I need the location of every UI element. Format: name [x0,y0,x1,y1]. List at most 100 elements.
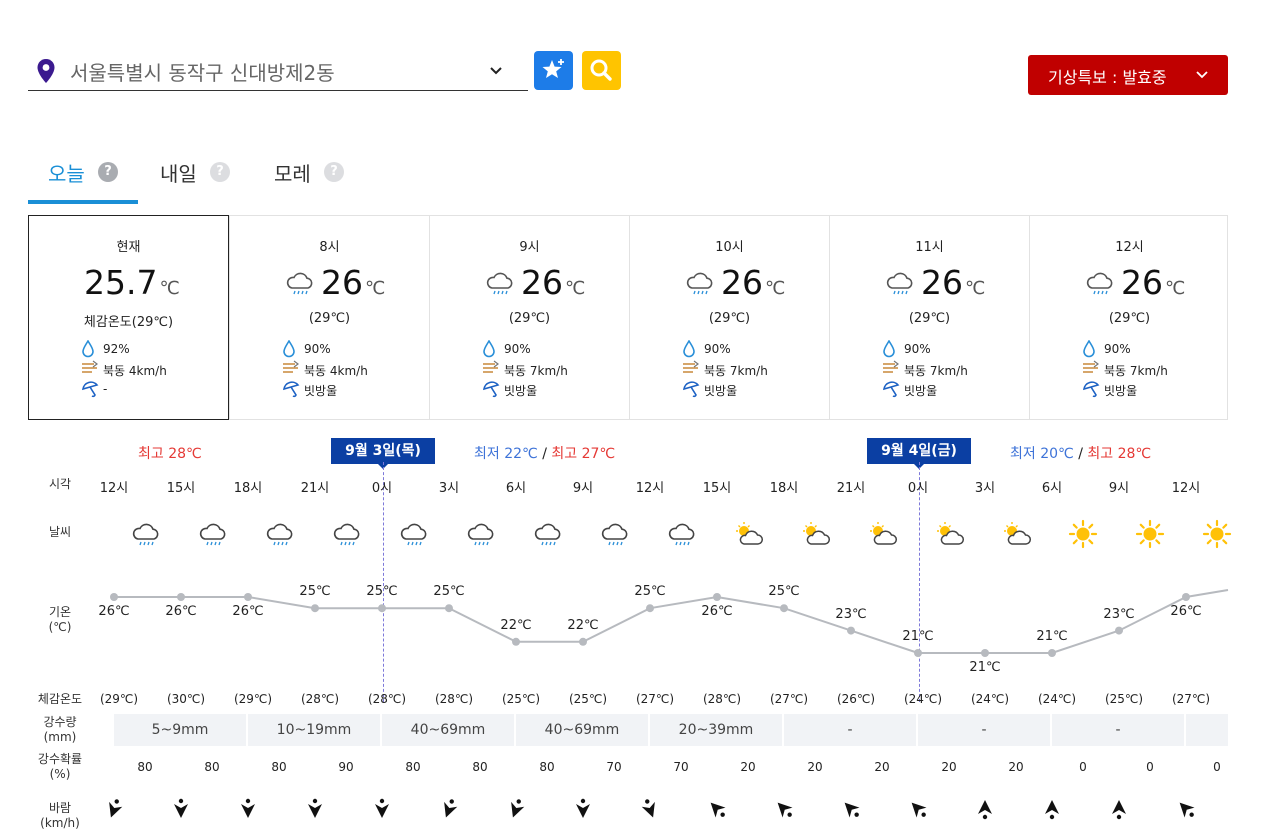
precip-prob-value: 80 [539,760,555,774]
temperature-point [1048,649,1056,657]
temperature-point [512,637,520,646]
feels-like-value: (24℃) [970,692,1010,706]
hour-label: 15시 [702,481,732,496]
temperature-value: 22℃ [567,617,599,633]
precip-amount: 10~19mm [248,714,380,746]
wind-direction-icon [1112,800,1126,820]
feels-like-value: (27℃) [635,692,675,706]
temperature-point [914,649,922,657]
feels-like-value: (29℃) [233,692,273,706]
precip-prob-value: 20 [807,760,823,774]
hour-label: 12시 [635,481,665,496]
feels-like-value: (25℃) [501,692,541,706]
partly-cloudy-icon [937,522,964,545]
precip-amount [1186,714,1228,746]
temperature-value: 26℃ [98,604,130,619]
wind-direction-icon [777,802,793,818]
rain-cloud-icon [601,523,628,546]
temperature-point [378,604,386,613]
feels-like-value: (26℃) [836,692,876,706]
partly-cloudy-icon [1004,522,1031,545]
feels-like-value: (28℃) [702,692,742,706]
temperature-point [780,604,788,613]
temperature-value: 21℃ [902,629,934,644]
wind-direction-icon [174,798,188,818]
temperature-point [847,626,855,635]
rain-cloud-icon [199,523,226,546]
temperature-value: 21℃ [1036,629,1068,644]
temperature-value: 26℃ [165,604,197,619]
precip-prob-value: 80 [472,760,488,774]
hour-label: 9시 [1108,481,1130,496]
wind-direction-icon [241,798,255,818]
temperature-point [110,593,118,601]
feels-like-value: (28℃) [367,692,407,706]
wind-direction-icon [109,799,123,818]
temperature-value: 22℃ [500,617,532,633]
precip-prob-value: 20 [1008,760,1024,774]
feels-like-value: (27℃) [1171,692,1211,706]
partly-cloudy-icon [736,522,763,545]
temperature-value: 21℃ [969,660,1001,675]
feels-like-value: (28℃) [300,692,340,706]
hour-label: 0시 [907,481,929,496]
hour-label: 21시 [300,481,330,496]
sun-icon [1202,519,1232,549]
wind-direction-icon [710,802,726,818]
rain-cloud-icon [467,523,494,546]
feels-like-value: (29℃) [99,692,139,706]
feels-like-value: (24℃) [1037,692,1077,706]
partly-cloudy-icon [803,522,830,545]
precip-amount: 20~39mm [650,714,782,746]
feels-like-value: (25℃) [1104,692,1144,706]
precip-prob-value: 70 [606,760,622,774]
hour-label: 12시 [99,481,129,496]
precip-amount: - [918,714,1050,746]
temperature-point [311,604,319,613]
wind-direction-icon [911,802,927,818]
hour-label: 6시 [1041,481,1063,496]
precip-prob-value: 80 [137,760,153,774]
temperature-value: 25℃ [299,584,331,600]
feels-like-value: (24℃) [903,692,943,706]
rain-cloud-icon [266,523,293,546]
hourly-timeline: 12시 (29℃) 80 15시 (30℃) 80 18시 (29℃) 80 21시 (28℃) 90… [0,0,1264,821]
feels-like-value: (28℃) [434,692,474,706]
precip-amount: - [1052,714,1184,746]
rain-cloud-icon [333,523,360,546]
temperature-value: 25℃ [634,584,666,600]
precip-prob-value: 70 [673,760,689,774]
temperature-value: 25℃ [433,584,465,600]
hour-label: 3시 [438,481,460,496]
precip-prob-value: 0 [1213,760,1221,774]
rain-cloud-icon [132,523,159,546]
precip-amount: 40~69mm [516,714,648,746]
temperature-point [1115,626,1123,635]
hour-label: 15시 [166,481,196,496]
sun-icon [1068,519,1098,549]
feels-like-value: (25℃) [568,692,608,706]
precip-amount: - [784,714,916,746]
temperature-point [713,593,721,601]
wind-direction-icon [978,800,992,820]
wind-direction-icon [576,798,590,818]
temperature-point [244,593,252,601]
temperature-point [579,637,587,646]
rain-cloud-icon [668,523,695,546]
hour-label: 6시 [505,481,527,496]
precip-prob-value: 0 [1079,760,1087,774]
sun-icon [1135,519,1165,549]
rain-cloud-icon [400,523,427,546]
precip-prob-value: 20 [874,760,890,774]
temperature-value: 25℃ [366,584,398,600]
wind-direction-icon [1045,800,1059,820]
precip-prob-value: 20 [941,760,957,774]
precip-prob-value: 80 [405,760,421,774]
hour-label: 18시 [233,481,263,496]
hour-label: 0시 [371,481,393,496]
precip-prob-value: 80 [204,760,220,774]
wind-direction-icon [641,799,655,818]
wind-direction-icon [375,798,389,818]
hour-label: 3시 [974,481,996,496]
temperature-value: 26℃ [701,604,733,619]
